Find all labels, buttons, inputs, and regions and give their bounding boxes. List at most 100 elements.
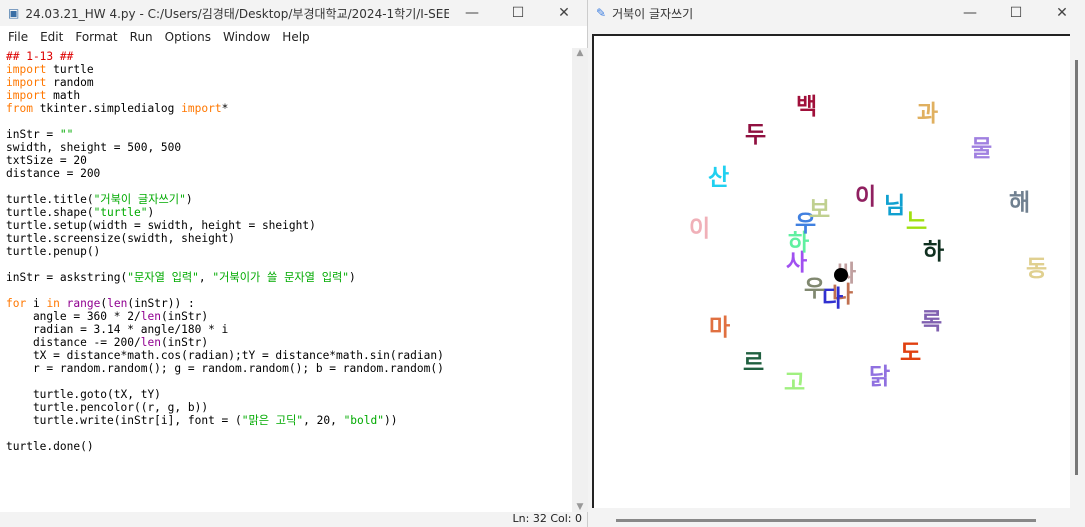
code-token: len — [140, 336, 161, 349]
code-token: turtle — [53, 63, 94, 76]
code-token: , 20, — [303, 414, 344, 427]
menu-window[interactable]: Window — [217, 30, 276, 44]
code-line: turtle.pencolor((r, g, b)) — [6, 401, 572, 414]
turtle-char: 산 — [708, 165, 730, 191]
turtle-title-bar: ✎ 거북이 글자쓰기 — ☐ ✕ — [588, 0, 1085, 26]
code-token: import — [6, 76, 54, 89]
code-token: tkinter.simpledialog — [32, 102, 182, 115]
code-token: turtle.goto(tX, tY) — [6, 388, 161, 401]
vertical-scrollbar[interactable]: ▲ ▼ — [572, 48, 588, 512]
code-token: "문자열 입력" — [127, 271, 199, 284]
feather-icon: ✎ — [596, 6, 607, 20]
turtle-char: 물 — [971, 136, 993, 162]
turtle-char: 이 — [689, 216, 711, 242]
code-token: turtle.done() — [6, 440, 94, 453]
code-token: turtle.screensize(swidth, sheight) — [6, 232, 236, 245]
menu-edit[interactable]: Edit — [34, 30, 69, 44]
code-line: distance = 200 — [6, 167, 572, 180]
menu-file[interactable]: File — [2, 30, 34, 44]
code-token: "거북이가 쓸 문자열 입력" — [212, 271, 350, 284]
scroll-down-arrow-icon[interactable]: ▼ — [572, 502, 588, 512]
code-token: import — [6, 63, 54, 76]
menu-help[interactable]: Help — [276, 30, 315, 44]
code-token: "turtle" — [93, 206, 148, 219]
code-token: random — [53, 76, 94, 89]
maximize-button[interactable]: ☐ — [993, 5, 1039, 21]
turtle-window: ✎ 거북이 글자쓰기 — ☐ ✕ 닭고르도록마나다우싸사동하하이느우보님이해산두… — [588, 0, 1085, 527]
code-token: from — [6, 102, 33, 115]
minimize-button[interactable]: — — [947, 5, 993, 21]
code-line: for i in range(len(inStr)) : — [6, 297, 572, 310]
menu-bar: File Edit Format Run Options Window Help — [0, 26, 587, 48]
code-token: distance -= 200/ — [6, 336, 141, 349]
code-token: range — [66, 297, 101, 310]
code-line: turtle.done() — [6, 440, 572, 453]
close-button[interactable]: ✕ — [1039, 5, 1085, 21]
code-token: (inStr) — [160, 336, 209, 349]
turtle-char: 보 — [809, 197, 831, 223]
turtle-char: 느 — [906, 209, 928, 235]
code-line: turtle.screensize(swidth, sheight) — [6, 232, 572, 245]
code-token: "bold" — [343, 414, 384, 427]
code-token: distance = 200 — [6, 167, 101, 180]
code-token: import — [6, 89, 54, 102]
menu-options[interactable]: Options — [159, 30, 217, 44]
code-token: * — [221, 102, 229, 115]
code-line: turtle.shape("turtle") — [6, 206, 572, 219]
code-token: in — [46, 297, 60, 310]
code-editor[interactable]: ## 1-13 ## import turtle import random impo… — [0, 48, 572, 512]
canvas-vertical-scrollbar[interactable] — [1075, 60, 1078, 475]
turtle-char: 마 — [709, 315, 731, 341]
code-line: angle = 360 * 2/len(inStr) — [6, 310, 572, 323]
close-button[interactable]: ✕ — [541, 5, 587, 21]
minimize-button[interactable]: — — [449, 5, 495, 21]
scroll-up-arrow-icon[interactable]: ▲ — [572, 48, 588, 58]
turtle-canvas: 닭고르도록마나다우싸사동하하이느우보님이해산두물과백 — [592, 34, 1070, 508]
code-token: ) — [349, 271, 356, 284]
code-token: turtle.write(inStr[i], font = ( — [6, 414, 242, 427]
code-line: turtle.goto(tX, tY) — [6, 388, 572, 401]
maximize-button[interactable]: ☐ — [495, 5, 541, 21]
turtle-char: 두 — [745, 122, 767, 148]
code-line: txtSize = 20 — [6, 154, 572, 167]
turtle-char: 백 — [796, 94, 818, 120]
turtle-icon — [834, 268, 848, 282]
code-token: (inStr) — [160, 310, 209, 323]
turtle-char: 하 — [923, 239, 945, 265]
code-token: , — [198, 271, 213, 284]
code-line: import turtle — [6, 63, 572, 76]
code-line: swidth, sheight = 500, 500 — [6, 141, 572, 154]
code-line: ## 1-13 ## — [6, 50, 572, 63]
turtle-char: 도 — [900, 340, 922, 366]
python-file-icon: ▣ — [8, 6, 20, 20]
code-token: turtle.title( — [6, 193, 94, 206]
code-token: swidth, sheight = 500, 500 — [6, 141, 182, 154]
code-line: turtle.write(inStr[i], font = ("맑은 고딕", … — [6, 414, 572, 427]
menu-run[interactable]: Run — [124, 30, 159, 44]
idle-title-bar: ▣ 24.03.21_HW 4.py - C:/Users/김경태/Deskto… — [0, 0, 587, 26]
turtle-char: 과 — [917, 101, 939, 127]
code-token: inStr = — [6, 128, 60, 141]
turtle-char: 해 — [1009, 190, 1031, 216]
code-token: ) — [147, 206, 155, 219]
code-token: len — [107, 297, 128, 310]
code-token: "맑은 고딕" — [241, 414, 304, 427]
canvas-horizontal-scrollbar[interactable] — [616, 519, 1036, 522]
code-token: "거북이 글자쓰기" — [93, 193, 186, 206]
code-token: turtle.pencolor((r, g, b)) — [6, 401, 209, 414]
menu-format[interactable]: Format — [69, 30, 123, 44]
code-token: turtle.shape( — [6, 206, 94, 219]
turtle-char: 록 — [921, 309, 943, 335]
code-line: turtle.setup(width = swidth, height = sh… — [6, 219, 572, 232]
code-line: inStr = "" — [6, 128, 572, 141]
code-line: import math — [6, 89, 572, 102]
code-line: inStr = askstring("문자열 입력", "거북이가 쓸 문자열 … — [6, 271, 572, 284]
status-bar: Ln: 32 Col: 0 — [512, 512, 582, 525]
code-token: txtSize = 20 — [6, 154, 87, 167]
code-token: ## 1-13 ## — [6, 50, 74, 63]
